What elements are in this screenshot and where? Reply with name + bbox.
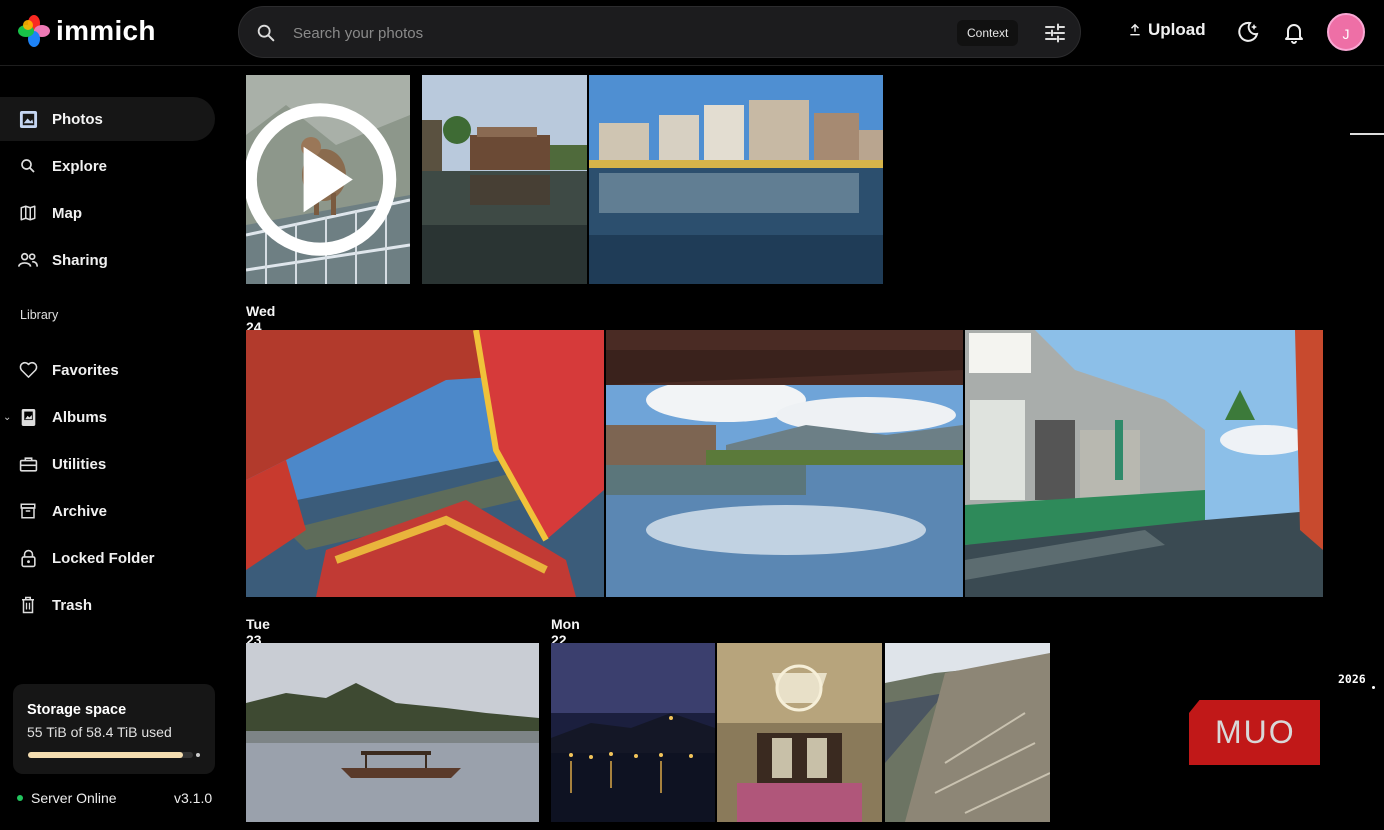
photo-thumbnail[interactable] — [246, 330, 604, 597]
storage-panel: Storage space 55 TiB of 58.4 TiB used — [13, 684, 215, 774]
sidebar-item-label: Map — [52, 204, 82, 222]
sidebar-item-sharing[interactable]: Sharing — [0, 238, 215, 282]
photo-thumbnail[interactable] — [246, 75, 410, 284]
people-icon — [18, 250, 38, 270]
photo-thumbnail[interactable] — [422, 75, 587, 284]
photo-thumbnail[interactable] — [965, 330, 1323, 597]
sidebar-item-label: Favorites — [52, 361, 119, 379]
notifications-icon[interactable] — [1282, 20, 1306, 44]
photo-thumbnail[interactable] — [606, 330, 963, 597]
photo-thumbnail[interactable] — [551, 643, 715, 822]
toolbox-icon — [18, 454, 38, 474]
sidebar-item-map[interactable]: Map — [0, 191, 215, 235]
sidebar-item-label: Utilities — [52, 455, 107, 473]
storage-usage: 55 TiB of 58.4 TiB used — [27, 724, 172, 740]
storage-title: Storage space — [27, 702, 127, 718]
search-icon — [18, 156, 38, 176]
app-name: immich — [56, 15, 156, 46]
sidebar-item-locked-folder[interactable]: Locked Folder — [0, 536, 215, 580]
server-status: Server Online — [17, 790, 117, 806]
album-icon — [18, 407, 38, 427]
scrubber-year[interactable]: 2026 — [1338, 672, 1366, 686]
trash-icon — [18, 595, 38, 615]
server-status-label: Server Online — [31, 790, 117, 806]
search-icon — [257, 24, 275, 42]
user-avatar[interactable]: J — [1327, 13, 1365, 51]
sidebar-item-label: Explore — [52, 157, 108, 175]
sidebar-item-label: Photos — [52, 110, 103, 128]
photo-thumbnail[interactable] — [885, 643, 1050, 822]
heart-icon — [18, 360, 38, 380]
sidebar-item-utilities[interactable]: Utilities — [0, 442, 215, 486]
storage-bar-fill — [28, 752, 184, 758]
status-dot — [17, 795, 23, 801]
sidebar: Photos Explore Map Sharing Library Favor… — [0, 67, 230, 830]
immich-logo-icon — [18, 15, 50, 47]
upload-icon — [1130, 23, 1140, 36]
muo-watermark: MUO — [1189, 700, 1320, 765]
sidebar-item-label: Archive — [52, 502, 108, 520]
top-bar: immich Context Upload J — [0, 0, 1384, 66]
app-logo[interactable]: immich — [18, 15, 156, 47]
storage-bar-end — [196, 753, 200, 757]
storage-bar — [28, 752, 193, 758]
sidebar-item-label: Trash — [52, 596, 93, 614]
search-options-icon[interactable] — [1043, 21, 1067, 45]
scrubber-marker — [1372, 686, 1375, 689]
lock-icon — [18, 548, 38, 568]
sidebar-item-photos[interactable]: Photos — [0, 97, 215, 141]
sidebar-item-favorites[interactable]: Favorites — [0, 348, 215, 392]
sidebar-item-trash[interactable]: Trash — [0, 583, 215, 627]
sidebar-item-label: Albums — [52, 408, 108, 426]
photo-thumbnail[interactable] — [589, 75, 883, 284]
watermark-text: MUO — [1215, 714, 1296, 750]
sidebar-item-archive[interactable]: Archive — [0, 489, 215, 533]
context-search-button[interactable]: Context — [957, 20, 1019, 46]
play-icon — [246, 103, 397, 256]
search-bar[interactable]: Context — [238, 6, 1081, 58]
upload-button[interactable]: Upload — [1128, 20, 1206, 40]
search-input[interactable] — [293, 20, 893, 46]
theme-toggle-icon[interactable] — [1236, 20, 1260, 44]
sidebar-item-label: Locked Folder — [52, 549, 155, 567]
sidebar-item-explore[interactable]: Explore — [0, 144, 215, 188]
photo-thumbnail[interactable] — [246, 643, 539, 822]
archive-icon — [18, 501, 38, 521]
map-icon — [18, 203, 38, 223]
photos-icon — [18, 109, 38, 129]
photo-thumbnail[interactable] — [717, 643, 882, 822]
sidebar-item-albums[interactable]: Albums — [0, 395, 215, 439]
server-version[interactable]: v3.1.0 — [174, 790, 212, 806]
scrubber-position[interactable] — [1350, 133, 1384, 135]
sidebar-item-label: Sharing — [52, 251, 108, 269]
library-section-label: Library — [20, 308, 59, 322]
upload-label: Upload — [1148, 20, 1206, 39]
